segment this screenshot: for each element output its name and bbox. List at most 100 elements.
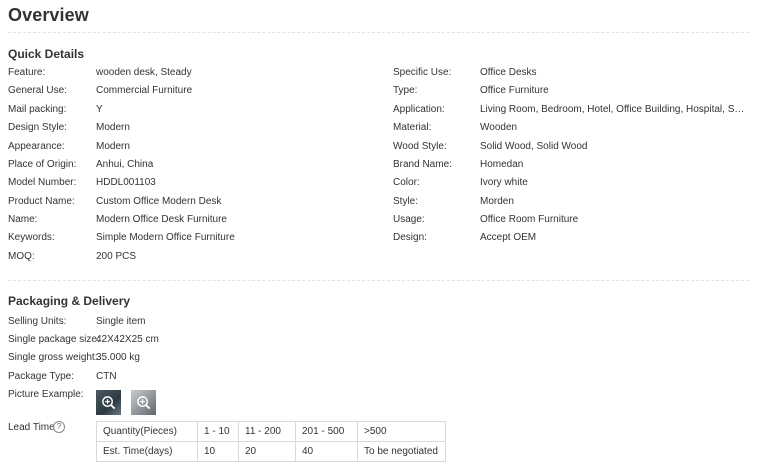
packaging-label: Selling Units: xyxy=(8,316,67,327)
detail-label: Place of Origin: xyxy=(8,159,77,170)
detail-row: Place of Origin: Anhui, China xyxy=(8,159,388,173)
detail-value: Solid Wood, Solid Wood xyxy=(480,141,588,152)
zoom-in-icon xyxy=(137,396,151,410)
detail-label: Name: xyxy=(8,214,38,225)
lead-time-label: Lead Time xyxy=(8,422,55,433)
zoom-in-icon xyxy=(102,396,116,410)
detail-label: Design Style: xyxy=(8,122,67,133)
packaging-value: Single item xyxy=(96,316,146,327)
detail-row: Color: Ivory white xyxy=(393,177,749,191)
table-cell: 10 xyxy=(197,441,239,462)
detail-row: Mail packing: Y xyxy=(8,104,388,118)
table-header-cell: 201 - 500 xyxy=(295,421,358,442)
detail-row: Brand Name: Homedan xyxy=(393,159,749,173)
detail-label: Specific Use: xyxy=(393,67,452,78)
detail-value: Custom Office Modern Desk xyxy=(96,196,222,207)
detail-value: Modern xyxy=(96,141,130,152)
detail-row: Style: Morden xyxy=(393,196,749,210)
detail-value: Y xyxy=(96,104,103,115)
detail-label: Usage: xyxy=(393,214,425,225)
table-cell: Est. Time(days) xyxy=(96,441,198,462)
packaging-delivery-title: Packaging & Delivery xyxy=(8,294,131,308)
detail-row: Appearance: Modern xyxy=(8,141,388,155)
detail-value: Living Room, Bedroom, Hotel, Office Buil… xyxy=(480,104,748,115)
detail-value: Office Furniture xyxy=(480,85,549,96)
divider xyxy=(8,280,749,281)
detail-label: Material: xyxy=(393,122,432,133)
detail-row: MOQ: 200 PCS xyxy=(8,251,388,265)
detail-row: Specific Use: Office Desks xyxy=(393,67,749,81)
packaging-row: Single gross weight: 35.000 kg xyxy=(8,352,308,366)
detail-value: HDDL001103 xyxy=(96,177,156,188)
divider xyxy=(8,32,749,33)
detail-label: Style: xyxy=(393,196,419,207)
packaging-label: Single gross weight: xyxy=(8,352,98,363)
detail-row: Design: Accept OEM xyxy=(393,232,749,246)
detail-row: Design Style: Modern xyxy=(8,122,388,136)
detail-value: wooden desk, Steady xyxy=(96,67,192,78)
table-header-cell: 1 - 10 xyxy=(197,421,239,442)
detail-value: Commercial Furniture xyxy=(96,85,193,96)
detail-label: Wood Style: xyxy=(393,141,447,152)
page-title: Overview xyxy=(8,5,89,25)
packaging-label: Package Type: xyxy=(8,371,74,382)
detail-value: Anhui, China xyxy=(96,159,154,170)
detail-value: 200 PCS xyxy=(96,251,137,262)
detail-label: Design: xyxy=(393,232,427,243)
detail-value: Simple Modern Office Furniture xyxy=(96,232,235,243)
detail-row: Usage: Office Room Furniture xyxy=(393,214,749,228)
table-header-cell: Quantity(Pieces) xyxy=(96,421,198,442)
detail-value: Wooden xyxy=(480,122,518,133)
packaging-label: Single package size: xyxy=(8,334,100,345)
packaging-value: 35.000 kg xyxy=(96,352,140,363)
lead-time-table: Quantity(Pieces) 1 - 10 11 - 200 201 - 5… xyxy=(96,421,446,462)
detail-row: Product Name: Custom Office Modern Desk xyxy=(8,196,388,210)
detail-label: Application: xyxy=(393,104,445,115)
detail-value: Accept OEM xyxy=(480,232,537,243)
help-icon[interactable]: ? xyxy=(53,421,65,433)
detail-row: Model Number: HDDL001103 xyxy=(8,177,388,191)
detail-value: Modern xyxy=(96,122,130,133)
picture-example-label: Picture Example: xyxy=(8,389,84,400)
packaging-value: 42X42X25 cm xyxy=(96,334,159,345)
picture-example-row: Picture Example: xyxy=(8,389,308,403)
detail-label: MOQ: xyxy=(8,251,35,262)
table-header-cell: 11 - 200 xyxy=(238,421,296,442)
detail-row: General Use: Commercial Furniture xyxy=(8,85,388,99)
table-row: Est. Time(days) 10 20 40 To be negotiate… xyxy=(96,441,446,462)
detail-label: Model Number: xyxy=(8,177,77,188)
detail-row: Keywords: Simple Modern Office Furniture xyxy=(8,232,388,246)
packaging-row: Package Type: CTN xyxy=(8,371,308,385)
detail-label: Type: xyxy=(393,85,418,96)
detail-row: Application: Living Room, Bedroom, Hotel,… xyxy=(393,104,749,118)
detail-label: Color: xyxy=(393,177,420,188)
table-row: Quantity(Pieces) 1 - 10 11 - 200 201 - 5… xyxy=(96,421,446,442)
picture-thumbnail[interactable] xyxy=(96,390,121,415)
packaging-value: CTN xyxy=(96,371,117,382)
detail-label: General Use: xyxy=(8,85,67,96)
detail-row: Name: Modern Office Desk Furniture xyxy=(8,214,388,228)
detail-row: Type: Office Furniture xyxy=(393,85,749,99)
detail-label: Product Name: xyxy=(8,196,75,207)
detail-value: Ivory white xyxy=(480,177,528,188)
detail-row: Material: Wooden xyxy=(393,122,749,136)
detail-label: Keywords: xyxy=(8,232,55,243)
product-overview: Overview Quick Details Feature: wooden de… xyxy=(0,0,758,469)
detail-label: Mail packing: xyxy=(8,104,67,115)
table-header-cell: >500 xyxy=(357,421,446,442)
detail-value: Morden xyxy=(480,196,514,207)
packaging-row: Single package size: 42X42X25 cm xyxy=(8,334,308,348)
table-cell: To be negotiated xyxy=(357,441,446,462)
detail-row: Feature: wooden desk, Steady xyxy=(8,67,388,81)
detail-label: Brand Name: xyxy=(393,159,452,170)
picture-thumbnail[interactable] xyxy=(131,390,156,415)
detail-label: Appearance: xyxy=(8,141,65,152)
packaging-row: Selling Units: Single item xyxy=(8,316,308,330)
detail-label: Feature: xyxy=(8,67,46,78)
quick-details-title: Quick Details xyxy=(8,47,85,61)
table-cell: 20 xyxy=(238,441,296,462)
detail-value: Homedan xyxy=(480,159,524,170)
detail-value: Office Desks xyxy=(480,67,537,78)
detail-value: Office Room Furniture xyxy=(480,214,579,225)
detail-value: Modern Office Desk Furniture xyxy=(96,214,227,225)
